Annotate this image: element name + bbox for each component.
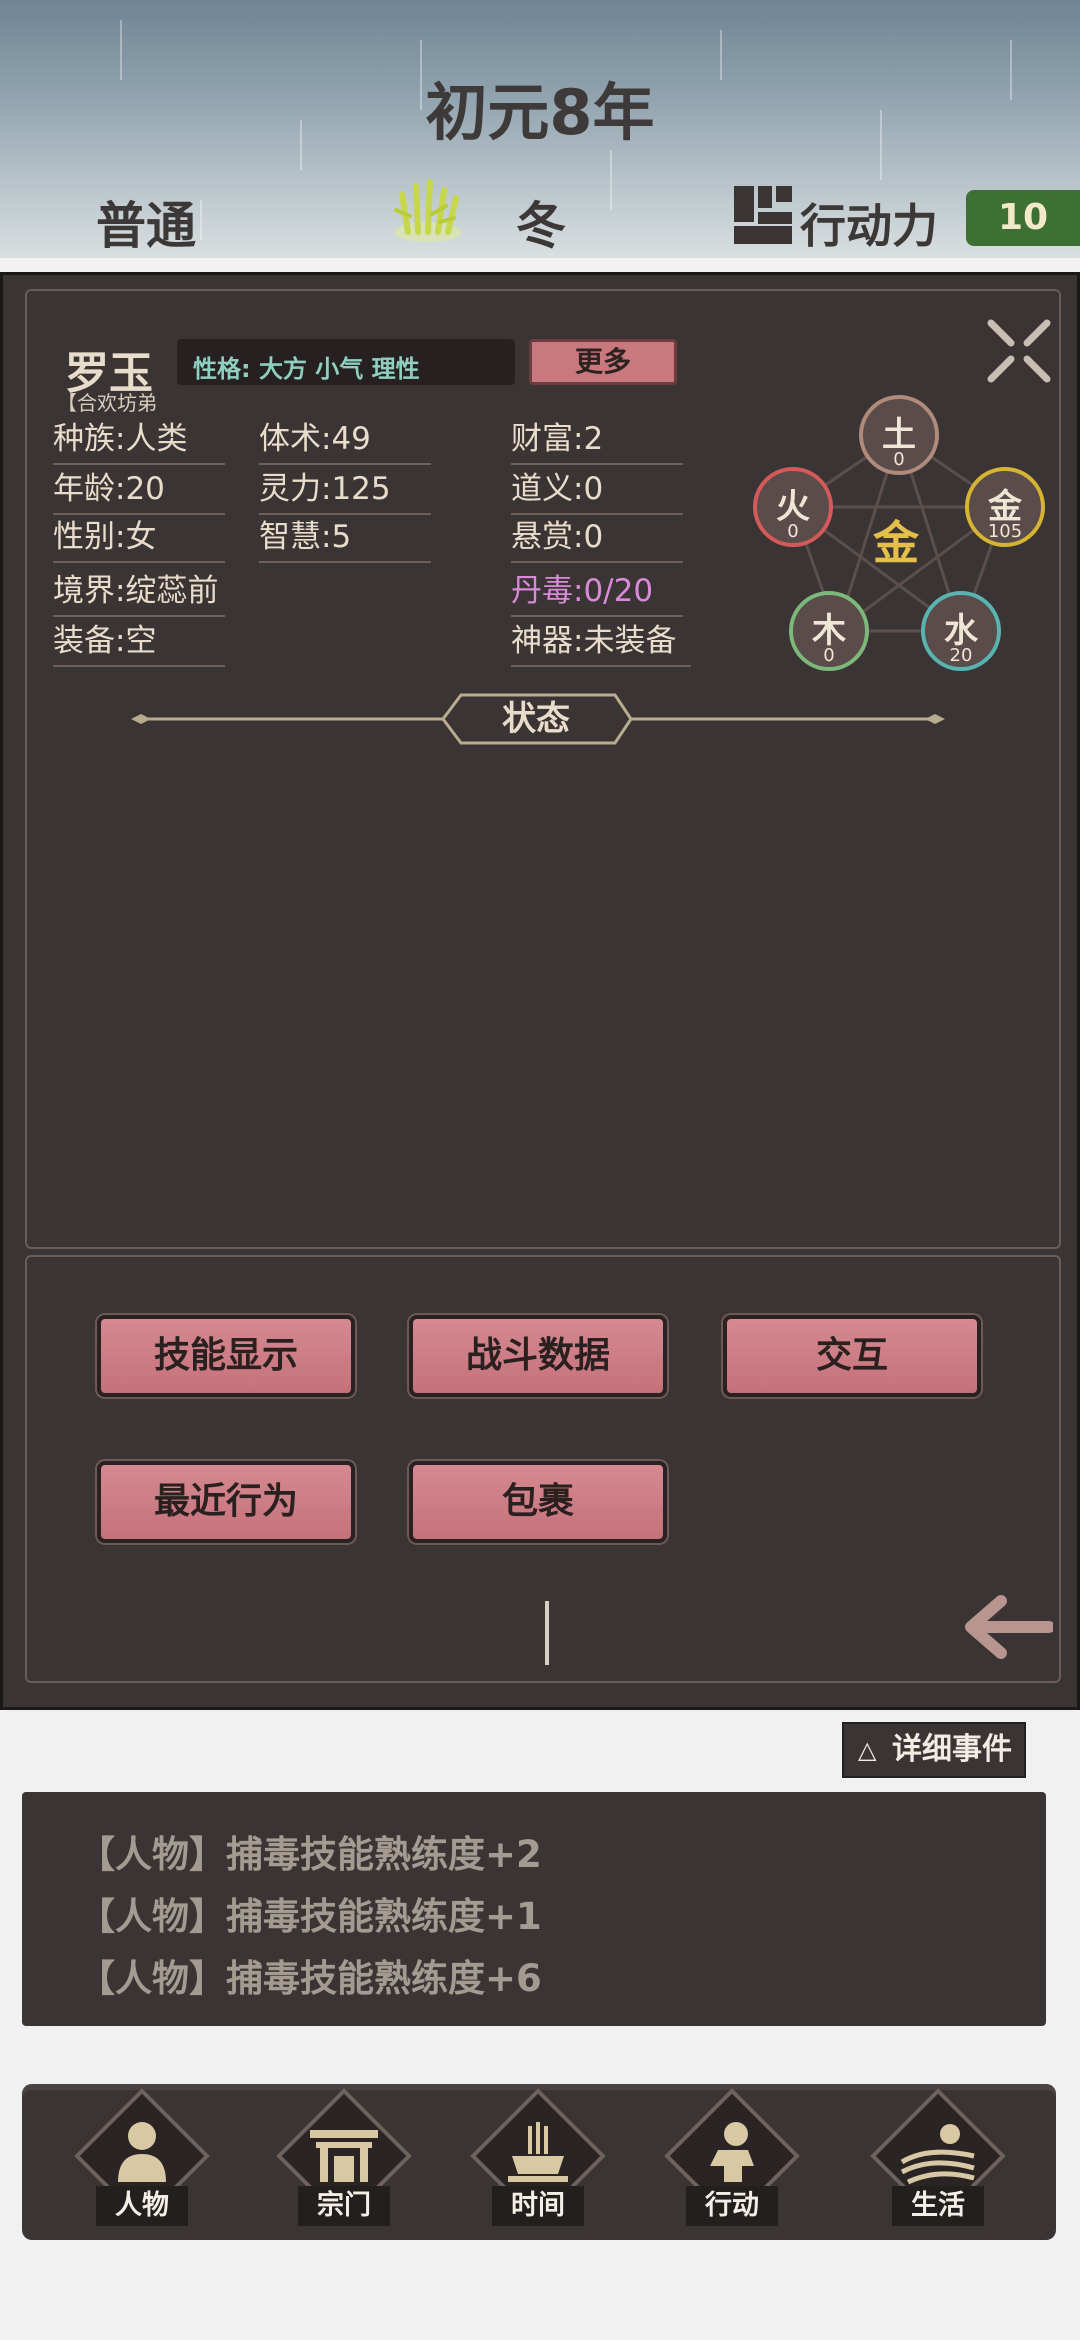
action-points-label: 行动力 <box>800 199 938 253</box>
winter-grass-icon <box>394 179 462 242</box>
rain-streak <box>610 150 612 210</box>
element-fire-value: 0 <box>787 521 799 542</box>
action-points-icon <box>734 186 792 244</box>
nav-label: 时间 <box>492 2186 584 2226</box>
status-label: 状态 <box>502 699 570 739</box>
back-arrow-icon[interactable] <box>961 1593 1053 1661</box>
stat-realm: 境界:绽蕊前 <box>53 569 225 617</box>
dominant-element: 金 <box>873 516 919 570</box>
triangle-icon: △ <box>858 1736 877 1764</box>
stat-righteousness: 道义:0 <box>511 467 683 515</box>
skills-button[interactable]: 技能显示 <box>97 1315 355 1397</box>
interact-button[interactable]: 交互 <box>723 1315 981 1397</box>
personality-text: 性格: 大方 小气 理性 <box>193 355 420 383</box>
nav-label: 行动 <box>686 2186 778 2226</box>
element-wood-value: 0 <box>823 645 835 666</box>
nav-action[interactable]: 行动 <box>660 2088 804 2238</box>
top-header: 初元8年 普通 冬 行动力 10 <box>0 0 1080 258</box>
stat-artifact: 神器:未装备 <box>511 619 691 667</box>
battle-data-button[interactable]: 战斗数据 <box>409 1315 667 1397</box>
stat-race: 种族:人类 <box>53 417 225 465</box>
stat-age: 年龄:20 <box>53 467 225 515</box>
event-log-panel: 【人物】捕毒技能熟练度+2 【人物】捕毒技能熟练度+1 【人物】捕毒技能熟练度+… <box>22 1792 1046 2026</box>
nav-label: 生活 <box>892 2186 984 2226</box>
character-sect: 【合欢坊弟 <box>57 391 157 415</box>
event-log-line: 【人物】捕毒技能熟练度+2 <box>78 1833 542 1876</box>
life-icon <box>900 2124 975 2185</box>
stat-bounty: 悬赏:0 <box>511 515 683 563</box>
more-button[interactable]: 更多 <box>529 339 677 385</box>
nav-life[interactable]: 生活 <box>866 2088 1010 2238</box>
sect-gate-icon <box>310 2130 378 2182</box>
stat-gender: 性别:女 <box>53 515 225 563</box>
nav-label: 人物 <box>96 2186 188 2226</box>
year-title: 初元8年 <box>425 76 655 149</box>
stat-wealth: 财富:2 <box>511 417 683 465</box>
event-log-line: 【人物】捕毒技能熟练度+1 <box>78 1895 542 1938</box>
detailed-events-toggle[interactable]: △ 详细事件 <box>842 1722 1026 1778</box>
nav-time[interactable]: 时间 <box>466 2088 610 2238</box>
element-metal[interactable]: 金 105 <box>965 467 1045 547</box>
recent-actions-button[interactable]: 最近行为 <box>97 1461 355 1543</box>
element-earth[interactable]: 土 0 <box>859 395 939 475</box>
nav-character[interactable]: 人物 <box>70 2088 214 2238</box>
action-points-value: 10 <box>966 190 1080 246</box>
character-panel: 罗玉 【合欢坊弟 性格: 大方 小气 理性 更多 种族:人类 年龄:20 性别:… <box>0 272 1080 1710</box>
season-label: 冬 <box>516 197 566 255</box>
stat-body-art: 体术:49 <box>259 417 431 465</box>
event-log-line: 【人物】捕毒技能熟练度+6 <box>78 1957 542 2000</box>
element-water[interactable]: 水 20 <box>921 591 1001 671</box>
stat-spirit: 灵力:125 <box>259 467 431 515</box>
element-fire[interactable]: 火 0 <box>753 467 833 547</box>
stat-equipment: 装备:空 <box>53 619 225 667</box>
difficulty-mode: 普通 <box>96 197 196 255</box>
nav-sect[interactable]: 宗门 <box>272 2088 416 2238</box>
stat-pill-poison[interactable]: 丹毒:0/20 <box>511 569 683 617</box>
rain-streak <box>200 200 202 240</box>
nav-label: 宗门 <box>298 2186 390 2226</box>
element-metal-value: 105 <box>987 521 1023 542</box>
incense-icon <box>508 2122 568 2182</box>
action-icon <box>710 2122 754 2182</box>
element-earth-value: 0 <box>893 449 905 470</box>
close-icon[interactable] <box>985 317 1053 385</box>
element-wood[interactable]: 木 0 <box>789 591 869 671</box>
element-water-value: 20 <box>949 645 973 666</box>
detailed-events-label: 详细事件 <box>892 1732 1012 1767</box>
person-icon <box>118 2122 166 2182</box>
text-cursor <box>545 1601 549 1665</box>
stat-wisdom: 智慧:5 <box>259 515 431 563</box>
bag-button[interactable]: 包裹 <box>409 1461 667 1543</box>
five-elements-diagram[interactable]: 土 0 金 105 水 20 木 0 火 0 金 <box>749 395 1049 685</box>
